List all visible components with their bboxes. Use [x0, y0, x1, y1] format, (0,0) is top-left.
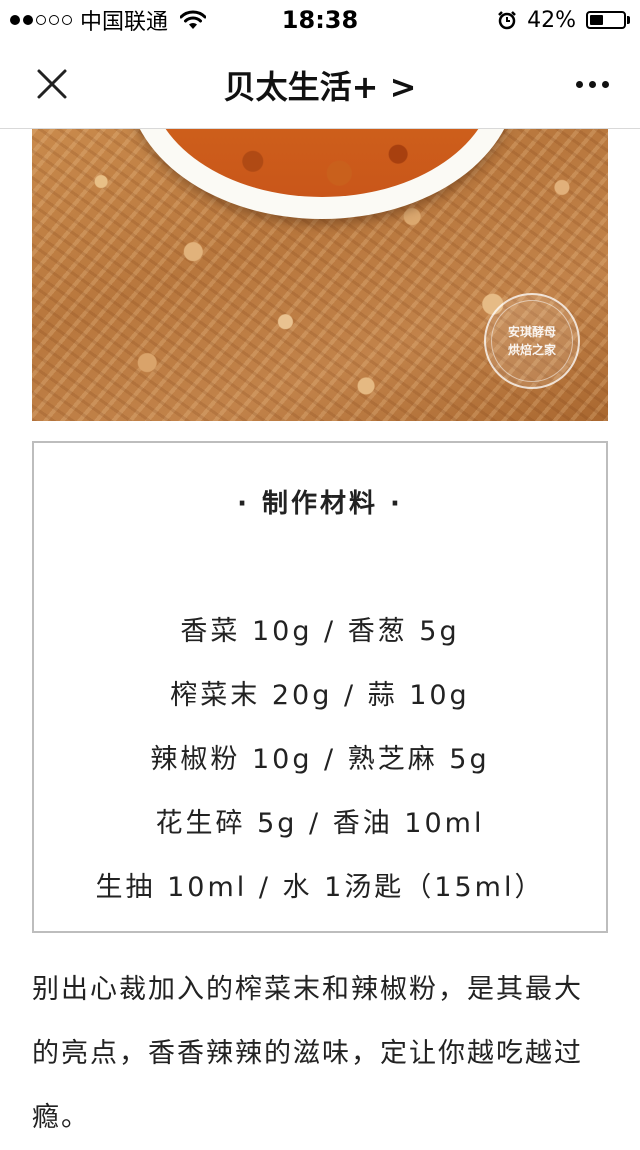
- nav-bar: 贝太生活+ >: [0, 40, 640, 129]
- battery-percent: 42%: [527, 7, 576, 33]
- ingredients-title: · 制作材料 ·: [237, 489, 403, 519]
- ingredient-line: 香菜 10g / 香葱 5g: [180, 616, 460, 647]
- status-bar: 中国联通 18:38 42%: [0, 0, 640, 40]
- chili-sauce: [149, 129, 495, 197]
- battery-icon: [586, 10, 630, 30]
- more-icon-dot: [575, 80, 583, 88]
- ingredient-line: 辣椒粉 10g / 熟芝麻 5g: [150, 744, 490, 775]
- ingredient-line: 生抽 10ml / 水 1汤匙（15ml）: [95, 872, 545, 903]
- ingredient-line: 花生碎 5g / 香油 10ml: [155, 808, 485, 839]
- bowl: [127, 129, 517, 219]
- more-icon-dot: [601, 80, 609, 88]
- watermark-logo: 安琪酵母 烘焙之家: [484, 293, 580, 389]
- account-title-link[interactable]: 贝太生活+ >: [0, 62, 640, 108]
- more-button[interactable]: [570, 62, 614, 106]
- ingredient-line: 榨菜末 20g / 蒜 10g: [170, 680, 470, 711]
- status-right: 42%: [497, 7, 630, 33]
- ingredients-box: · 制作材料 · 香菜 10g / 香葱 5g 榨菜末 20g / 蒜 10g …: [32, 441, 608, 933]
- battery-body: [586, 11, 626, 29]
- watermark-ring: 安琪酵母 烘焙之家: [491, 300, 573, 382]
- article-image: 安琪酵母 烘焙之家: [32, 129, 608, 421]
- watermark-line: 安琪酵母: [507, 325, 556, 339]
- watermark-line: 烘焙之家: [507, 343, 556, 357]
- article-paragraph: 别出心裁加入的榨菜末和辣椒粉，是其最大的亮点，香香辣辣的滋味，定让你越吃越过瘾。: [32, 974, 583, 1133]
- more-icon-dot: [588, 80, 596, 88]
- battery-fill: [590, 15, 603, 25]
- battery-cap: [627, 16, 630, 24]
- alarm-clock-icon: [498, 11, 516, 30]
